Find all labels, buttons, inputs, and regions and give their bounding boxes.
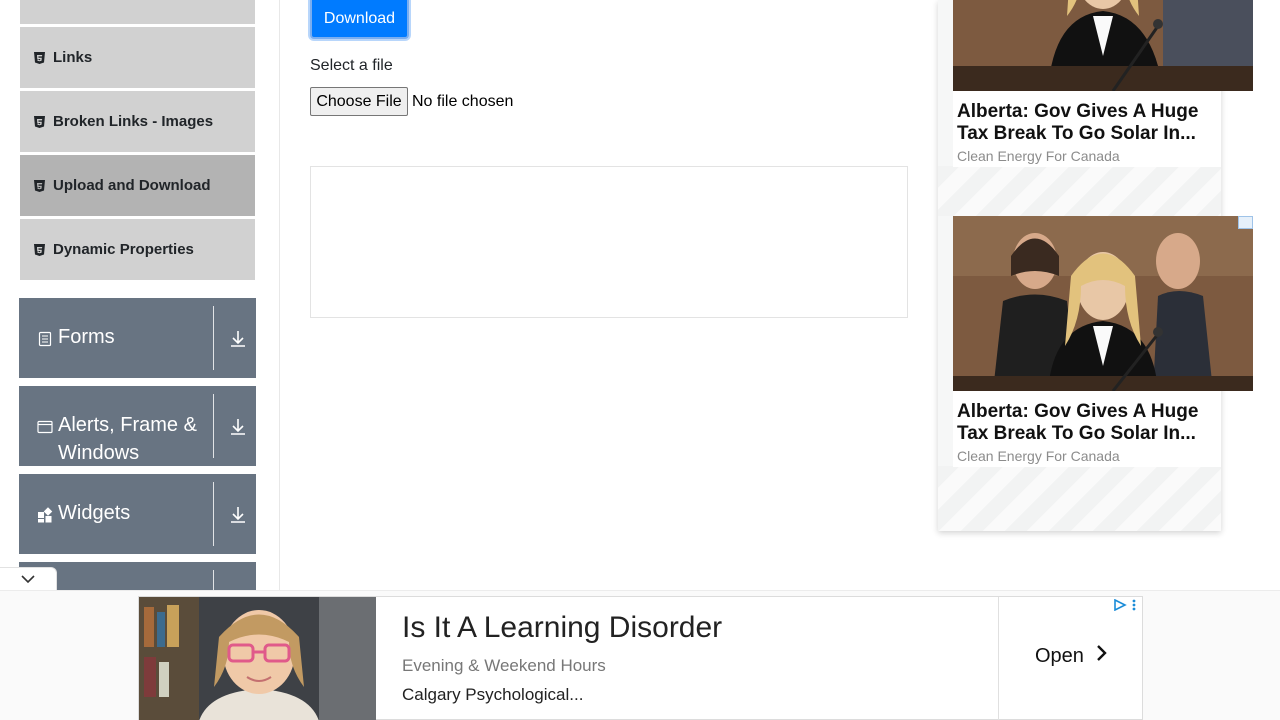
banner-ad[interactable]: Is It A Learning Disorder Evening & Week… xyxy=(138,596,1143,720)
main-content: Download Select a file Choose File No fi… xyxy=(280,0,920,590)
download-arrow-icon[interactable] xyxy=(227,328,249,350)
sidebar-item-label: Links xyxy=(53,49,93,66)
banner-open-button[interactable]: Open xyxy=(1035,644,1108,668)
more-options-icon xyxy=(1132,599,1136,611)
banner-ad-image xyxy=(139,597,376,720)
sidebar-item-dynamic-properties[interactable]: Dynamic Properties xyxy=(20,218,255,280)
widgets-icon xyxy=(37,507,53,523)
html5-icon xyxy=(34,243,45,256)
left-sidebar: Links Broken Links - Images Upload and D… xyxy=(0,0,280,600)
group-widgets[interactable]: Widgets xyxy=(19,474,256,554)
download-arrow-icon[interactable] xyxy=(227,504,249,526)
group-label-line2: Windows xyxy=(58,442,140,464)
upload-output-box xyxy=(310,166,908,318)
group-divider xyxy=(213,482,214,546)
banner-ad-advertiser: Calgary Psychological... xyxy=(402,685,584,704)
file-upload-input[interactable]: Choose File No file chosen xyxy=(310,87,513,116)
ad-pattern xyxy=(938,166,1221,216)
adchoices-icon[interactable] xyxy=(1113,599,1137,611)
chevron-down-icon xyxy=(20,571,36,589)
no-file-text: No file chosen xyxy=(412,92,514,110)
download-button[interactable]: Download xyxy=(310,0,409,39)
sidebar-item-broken-links[interactable]: Broken Links - Images xyxy=(20,90,255,152)
ad-image xyxy=(953,0,1253,91)
banner-divider xyxy=(998,597,999,720)
group-alerts-frame-windows[interactable]: Alerts, Frame & Windows xyxy=(19,386,256,466)
page: Links Broken Links - Images Upload and D… xyxy=(0,0,1280,720)
sidebar-item-label: Broken Links - Images xyxy=(53,113,214,130)
group-label: Widgets xyxy=(58,502,131,524)
group-label-line1: Alerts, Frame & xyxy=(58,414,197,436)
ad-headline[interactable]: Alberta: Gov Gives A Huge Tax Break To G… xyxy=(957,401,1217,445)
ad-pattern xyxy=(938,466,1221,531)
html5-icon xyxy=(34,115,45,128)
sidebar-item-links[interactable]: Links xyxy=(20,26,255,88)
html5-icon xyxy=(34,179,45,192)
ad-text-block: Alberta: Gov Gives A Huge Tax Break To G… xyxy=(953,91,1221,167)
choose-file-button[interactable]: Choose File xyxy=(310,87,408,116)
side-ad-card[interactable]: Alberta: Gov Gives A Huge Tax Break To G… xyxy=(953,216,1253,467)
side-ad-panel: Alberta: Gov Gives A Huge Tax Break To G… xyxy=(938,0,1253,531)
side-ad-card[interactable]: Alberta: Gov Gives A Huge Tax Break To G… xyxy=(953,0,1253,167)
group-divider xyxy=(213,394,214,458)
html5-icon xyxy=(34,51,45,64)
sidebar-item-label: Dynamic Properties xyxy=(53,241,194,258)
group-forms[interactable]: Forms xyxy=(19,298,256,378)
window-icon xyxy=(37,419,53,435)
ad-image xyxy=(953,216,1253,391)
banner-ad-title[interactable]: Is It A Learning Disorder xyxy=(402,611,722,645)
ad-source: Clean Energy For Canada xyxy=(957,148,1120,164)
group-divider xyxy=(213,306,214,370)
document-icon xyxy=(37,331,53,347)
sidebar-item-partial[interactable] xyxy=(20,0,255,24)
group-label: Forms xyxy=(58,326,115,348)
ad-text-block: Alberta: Gov Gives A Huge Tax Break To G… xyxy=(953,391,1221,467)
adchoices-icon[interactable] xyxy=(1238,216,1253,229)
download-arrow-icon[interactable] xyxy=(227,416,249,438)
open-label: Open xyxy=(1035,644,1084,667)
ad-source: Clean Energy For Canada xyxy=(957,448,1120,464)
banner-ad-subtitle: Evening & Weekend Hours xyxy=(402,656,606,675)
ad-headline[interactable]: Alberta: Gov Gives A Huge Tax Break To G… xyxy=(957,101,1217,145)
select-file-label: Select a file xyxy=(310,57,393,74)
sidebar-item-label: Upload and Download xyxy=(53,177,211,194)
sidebar-item-upload-download[interactable]: Upload and Download xyxy=(20,154,255,216)
chevron-right-icon xyxy=(1096,644,1108,668)
